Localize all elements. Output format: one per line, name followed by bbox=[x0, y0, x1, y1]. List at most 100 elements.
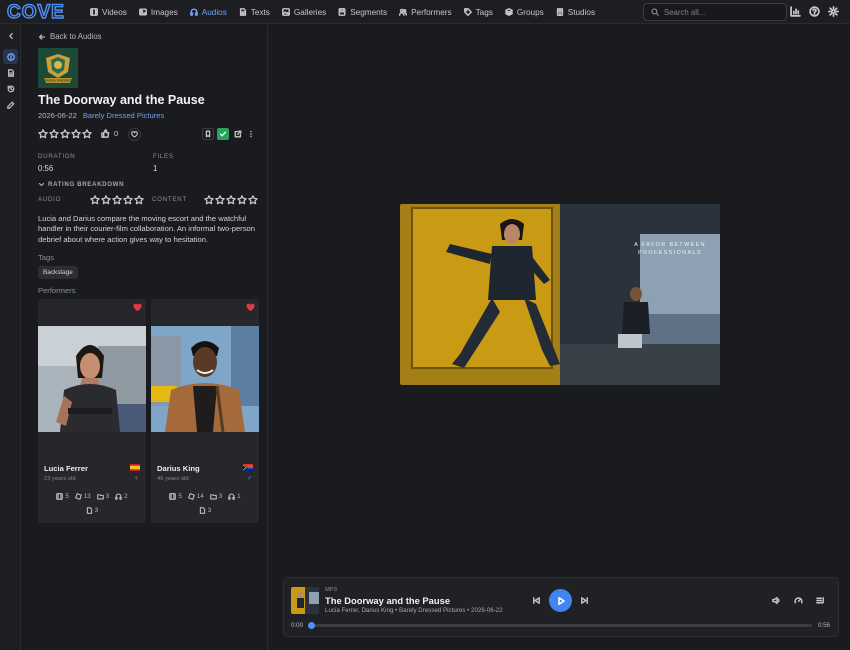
detail-panel: Back to Audios BARELY DRESSED The Doorwa… bbox=[22, 25, 268, 650]
studio-link[interactable]: Barely Dressed Pictures bbox=[83, 111, 164, 120]
star-icon[interactable] bbox=[71, 129, 81, 139]
audio-description: Lucia and Darius compare the moving esco… bbox=[38, 214, 255, 244]
edit-tab[interactable] bbox=[3, 97, 18, 112]
female-gender-icon: ♀ bbox=[133, 475, 139, 482]
performer-photo bbox=[151, 326, 259, 432]
favorite-button[interactable] bbox=[128, 128, 141, 141]
performer-stats: 5 14 3 1 bbox=[151, 493, 259, 500]
organized-toggle[interactable] bbox=[217, 128, 229, 140]
speed-button[interactable] bbox=[794, 596, 803, 605]
tag-icon bbox=[463, 8, 472, 16]
studio-logo[interactable]: BARELY DRESSED bbox=[38, 48, 78, 88]
progress-knob[interactable] bbox=[308, 622, 315, 629]
settings-icon bbox=[828, 6, 839, 17]
settings-button[interactable] bbox=[828, 6, 839, 17]
nav-galleries[interactable]: Galleries bbox=[276, 0, 332, 24]
nav-images[interactable]: Images bbox=[133, 0, 184, 24]
favorite-heart-icon[interactable] bbox=[133, 303, 142, 312]
star-icon[interactable] bbox=[101, 195, 111, 205]
nav-groups[interactable]: Groups bbox=[499, 0, 550, 24]
back-link[interactable]: Back to Audios bbox=[38, 32, 102, 41]
star-icon[interactable] bbox=[248, 195, 258, 205]
nav-studios[interactable]: Studios bbox=[550, 0, 601, 24]
nav-performers-label: Performers bbox=[411, 7, 452, 17]
performer-stats-texts: 3 bbox=[38, 507, 146, 514]
audio-meta: 2026-06-22 Barely Dressed Pictures bbox=[38, 111, 164, 120]
layers-icon bbox=[504, 8, 513, 16]
gallery-count: 3 bbox=[96, 493, 110, 500]
like-button[interactable]: 0 bbox=[101, 129, 118, 138]
nav-galleries-label: Galleries bbox=[293, 7, 327, 17]
nav-audios[interactable]: Audios bbox=[184, 0, 233, 24]
open-external-button[interactable] bbox=[232, 128, 244, 140]
stats-button[interactable] bbox=[790, 6, 801, 17]
favorite-heart-icon[interactable] bbox=[246, 303, 255, 312]
gauge-icon bbox=[794, 597, 803, 604]
bookmark-button[interactable] bbox=[202, 128, 214, 140]
audio-format: MP3 bbox=[325, 587, 337, 593]
nav-tags[interactable]: Tags bbox=[458, 0, 499, 24]
star-icon[interactable] bbox=[112, 195, 122, 205]
star-icon[interactable] bbox=[237, 195, 247, 205]
tag-chip[interactable]: Backstage bbox=[38, 266, 78, 279]
app-logo[interactable]: COVE bbox=[7, 2, 69, 22]
film-icon bbox=[169, 493, 177, 500]
content-star-rating[interactable] bbox=[204, 195, 258, 205]
media-viewer: A FAVOR BETWEEN PROFESSIONALS bbox=[269, 25, 850, 650]
collapse-button[interactable] bbox=[3, 28, 18, 43]
progress-bar[interactable] bbox=[311, 624, 812, 627]
star-icon[interactable] bbox=[82, 129, 92, 139]
nav-segments[interactable]: Segments bbox=[332, 0, 393, 24]
star-icon[interactable] bbox=[49, 129, 59, 139]
spain-flag-icon bbox=[130, 464, 140, 471]
star-rating[interactable] bbox=[38, 129, 92, 139]
help-button[interactable] bbox=[809, 6, 820, 17]
nav-tags-label: Tags bbox=[475, 7, 493, 17]
rating-breakdown-toggle[interactable]: RATING BREAKDOWN bbox=[38, 181, 124, 188]
star-icon[interactable] bbox=[38, 129, 48, 139]
image-count: 14 bbox=[187, 493, 204, 500]
player-thumbnail[interactable] bbox=[291, 587, 319, 614]
star-icon[interactable] bbox=[60, 129, 70, 139]
audio-star-rating[interactable] bbox=[90, 195, 144, 205]
queue-button[interactable] bbox=[816, 596, 825, 605]
volume-button[interactable] bbox=[772, 596, 781, 605]
performer-name[interactable]: Darius King bbox=[157, 464, 200, 473]
cover-art[interactable]: A FAVOR BETWEEN PROFESSIONALS bbox=[400, 204, 720, 385]
folder-icon bbox=[209, 494, 217, 500]
star-icon[interactable] bbox=[204, 195, 214, 205]
files-tab[interactable] bbox=[3, 65, 18, 80]
audio-count-value: 1 bbox=[237, 493, 241, 500]
star-icon[interactable] bbox=[226, 195, 236, 205]
document-icon bbox=[7, 68, 14, 77]
performer-card[interactable]: Lucia Ferrer 23 years old ♀ 5 13 3 2 3 bbox=[38, 299, 146, 523]
nav-videos[interactable]: Videos bbox=[84, 0, 133, 24]
next-button[interactable] bbox=[580, 596, 589, 605]
nav-texts[interactable]: Texts bbox=[233, 0, 276, 24]
document-icon bbox=[86, 507, 92, 514]
images-icon bbox=[187, 493, 195, 500]
nav-segments-label: Segments bbox=[350, 7, 388, 17]
side-rail bbox=[0, 25, 21, 650]
nav-performers[interactable]: Performers bbox=[393, 0, 458, 24]
cover-caption-line1: A FAVOR BETWEEN bbox=[634, 242, 706, 248]
folder-icon bbox=[96, 494, 104, 500]
previous-button[interactable] bbox=[532, 596, 541, 605]
nav-studios-label: Studios bbox=[567, 7, 596, 17]
gallery-count-value: 3 bbox=[105, 493, 110, 500]
more-menu-button[interactable] bbox=[245, 128, 257, 140]
play-button[interactable] bbox=[549, 589, 572, 612]
performer-card[interactable]: Darius King 46 years old ♂ 5 14 3 1 3 bbox=[151, 299, 259, 523]
search-input[interactable]: Search all... bbox=[643, 3, 787, 21]
stats-icon bbox=[790, 6, 801, 17]
info-tab[interactable] bbox=[3, 49, 18, 64]
star-icon[interactable] bbox=[123, 195, 133, 205]
star-icon[interactable] bbox=[90, 195, 100, 205]
star-icon[interactable] bbox=[215, 195, 225, 205]
performer-stats-texts: 3 bbox=[151, 507, 259, 514]
performer-name[interactable]: Lucia Ferrer bbox=[44, 464, 88, 473]
history-tab[interactable] bbox=[3, 81, 18, 96]
star-icon[interactable] bbox=[134, 195, 144, 205]
more-vertical-icon bbox=[250, 130, 252, 138]
files-label: FILES bbox=[153, 153, 174, 160]
